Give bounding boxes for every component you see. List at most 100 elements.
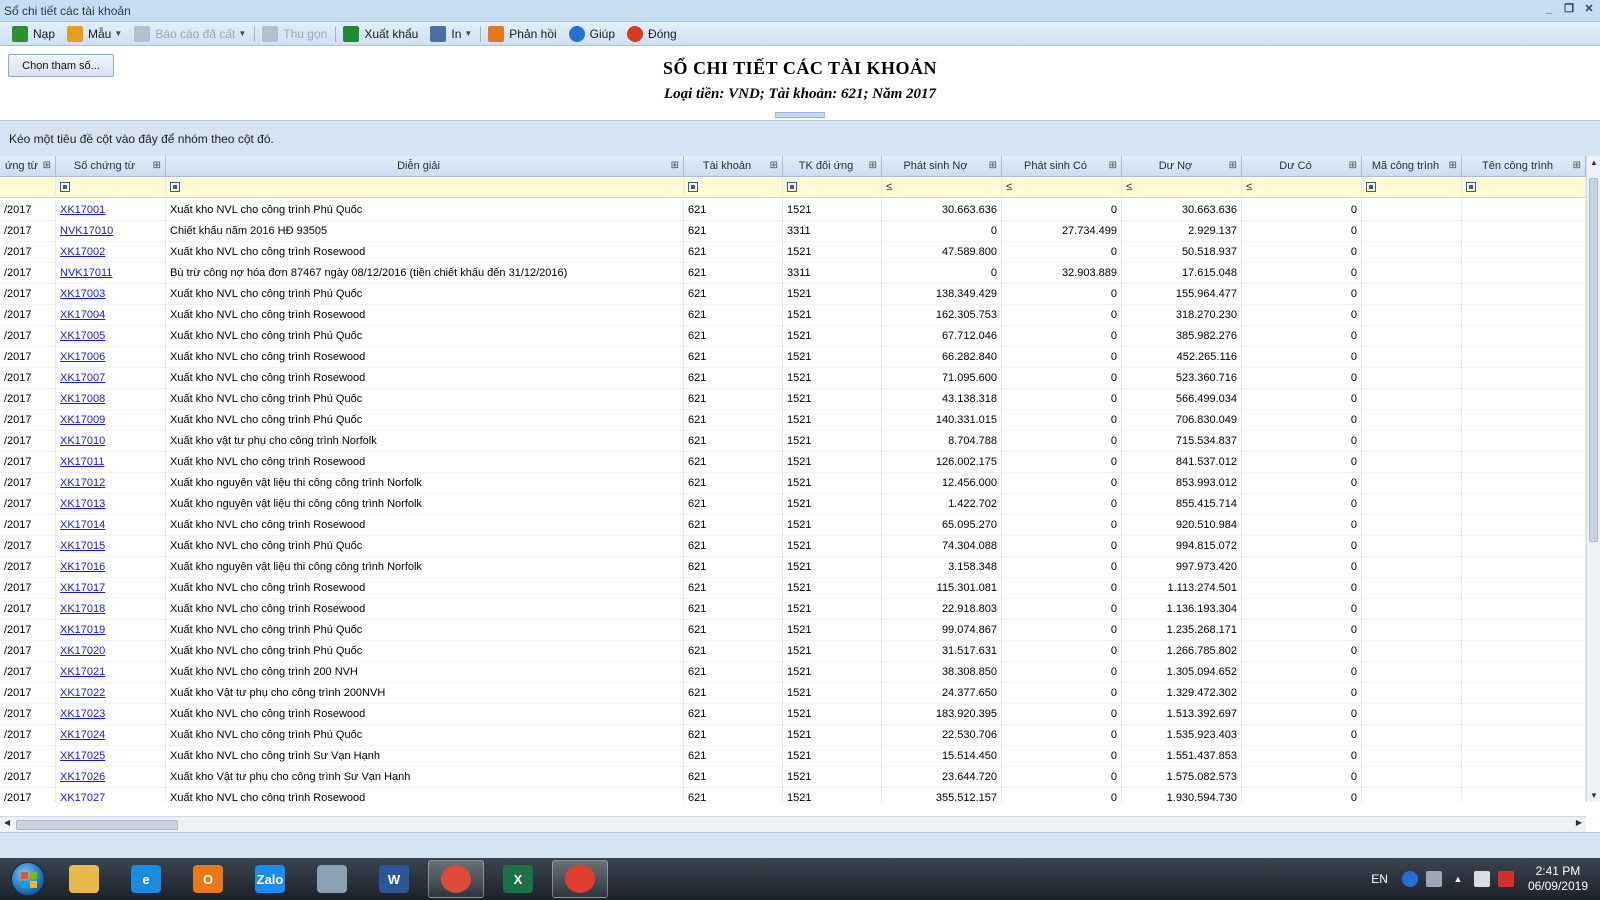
filter-operator-icon[interactable]	[60, 182, 70, 192]
voucher-link[interactable]: XK17024	[60, 729, 105, 741]
panel-splitter[interactable]	[775, 112, 825, 118]
voucher-link[interactable]: XK17013	[60, 498, 105, 510]
table-row[interactable]: /2017 XK17017 Xuất kho NVL cho công trình …	[0, 578, 1586, 599]
voucher-link[interactable]: XK17014	[60, 519, 105, 531]
column-pin-icon[interactable]: ⊞	[1573, 156, 1581, 176]
filter-cell[interactable]: ≤	[882, 177, 1002, 198]
voucher-no-cell[interactable]: XK17015	[56, 536, 166, 557]
column-header-voucher-no[interactable]: Số chứng từ ⊞	[56, 156, 166, 177]
voucher-link[interactable]: XK17007	[60, 372, 105, 384]
taskbar-app-button[interactable]: X	[490, 860, 546, 898]
column-header-project-name[interactable]: Tên công trình ⊞	[1462, 156, 1586, 177]
scroll-right-icon[interactable]: ▶	[1576, 818, 1582, 827]
table-row[interactable]: /2017 XK17026 Xuất kho Vật tư phụ cho công…	[0, 767, 1586, 788]
scroll-left-icon[interactable]: ◀	[4, 818, 10, 827]
voucher-no-cell[interactable]: XK17019	[56, 620, 166, 641]
voucher-no-cell[interactable]: NVK17011	[56, 263, 166, 284]
voucher-link[interactable]: XK17027	[60, 792, 105, 802]
table-row[interactable]: /2017 XK17011 Xuất kho NVL cho công trình …	[0, 452, 1586, 473]
column-pin-icon[interactable]: ⊞	[1229, 156, 1237, 176]
antivirus-tray-icon[interactable]	[1497, 871, 1514, 887]
table-row[interactable]: /2017 XK17002 Xuất kho NVL cho công trình …	[0, 242, 1586, 263]
table-row[interactable]: /2017 XK17022 Xuất kho Vật tư phụ cho công…	[0, 683, 1586, 704]
voucher-link[interactable]: XK17012	[60, 477, 105, 489]
column-header-credit-balance[interactable]: Dư Có ⊞	[1242, 156, 1362, 177]
taskbar-app-button[interactable]: Zalo	[242, 860, 298, 898]
voucher-no-cell[interactable]: NVK17010	[56, 221, 166, 242]
vertical-scrollbar[interactable]: ▲ ▼	[1586, 156, 1600, 802]
column-header-debit[interactable]: Phát sinh Nợ ⊞	[882, 156, 1002, 177]
minimize-button[interactable]: _	[1542, 2, 1556, 16]
filter-operator-icon[interactable]	[170, 182, 180, 192]
voucher-link[interactable]: XK17023	[60, 708, 105, 720]
filter-cell[interactable]: ≤	[1122, 177, 1242, 198]
voucher-no-cell[interactable]: XK17012	[56, 473, 166, 494]
network-tray-icon[interactable]	[1425, 871, 1442, 887]
clock[interactable]: 2:41 PM 06/09/2019	[1528, 864, 1588, 894]
voucher-no-cell[interactable]: XK17017	[56, 578, 166, 599]
scroll-down-icon[interactable]: ▼	[1587, 791, 1600, 800]
reload-button[interactable]: Nạp	[8, 24, 59, 44]
table-row[interactable]: /2017 XK17008 Xuất kho NVL cho công trình …	[0, 389, 1586, 410]
column-pin-icon[interactable]: ⊞	[1109, 156, 1117, 176]
table-row[interactable]: /2017 XK17012 Xuất kho nguyên vật liệu thi…	[0, 473, 1586, 494]
table-row[interactable]: /2017 XK17005 Xuất kho NVL cho công trình …	[0, 326, 1586, 347]
close-window-button[interactable]: ✕	[1582, 2, 1596, 16]
filter-operator-icon[interactable]	[688, 182, 698, 192]
taskbar-app-button[interactable]: e	[118, 860, 174, 898]
table-row[interactable]: /2017 XK17019 Xuất kho NVL cho công trình …	[0, 620, 1586, 641]
voucher-link[interactable]: XK17008	[60, 393, 105, 405]
table-row[interactable]: /2017 XK17009 Xuất kho NVL cho công trình …	[0, 410, 1586, 431]
scroll-up-icon[interactable]: ▲	[1587, 158, 1600, 167]
column-pin-icon[interactable]: ⊞	[43, 156, 51, 176]
restore-button[interactable]: ❐	[1562, 2, 1576, 16]
filter-operator-icon[interactable]	[1366, 182, 1376, 192]
table-row[interactable]: /2017 NVK17010 Chiết khấu năm 2016 HĐ 9350…	[0, 221, 1586, 242]
voucher-no-cell[interactable]: XK17014	[56, 515, 166, 536]
help-button[interactable]: Giúp	[565, 24, 619, 44]
voucher-link[interactable]: XK17009	[60, 414, 105, 426]
table-row[interactable]: /2017 XK17001 Xuất kho NVL cho công trình …	[0, 200, 1586, 221]
column-header-account[interactable]: Tài khoản ⊞	[684, 156, 783, 177]
start-button[interactable]	[6, 859, 50, 899]
horizontal-scroll-thumb[interactable]	[16, 820, 178, 830]
vertical-scroll-thumb[interactable]	[1589, 178, 1598, 542]
voucher-link[interactable]: XK17002	[60, 246, 105, 258]
column-header-contra-account[interactable]: TK đối ứng ⊞	[783, 156, 882, 177]
taskbar-app-button[interactable]: W	[366, 860, 422, 898]
voucher-no-cell[interactable]: XK17002	[56, 242, 166, 263]
filter-operator-icon[interactable]	[787, 182, 797, 192]
voucher-no-cell[interactable]: XK17018	[56, 599, 166, 620]
table-row[interactable]: /2017 XK17004 Xuất kho NVL cho công trình …	[0, 305, 1586, 326]
column-header-credit[interactable]: Phát sinh Có ⊞	[1002, 156, 1122, 177]
voucher-no-cell[interactable]: XK17013	[56, 494, 166, 515]
filter-cell[interactable]	[1462, 177, 1586, 198]
voucher-no-cell[interactable]: XK17020	[56, 641, 166, 662]
voucher-no-cell[interactable]: XK17027	[56, 788, 166, 802]
voucher-link[interactable]: XK17006	[60, 351, 105, 363]
group-by-panel[interactable]: Kéo một tiêu đề cột vào đây để nhóm theo…	[0, 120, 1600, 156]
table-row[interactable]: /2017 XK17016 Xuất kho nguyên vật liệu thi…	[0, 557, 1586, 578]
voucher-link[interactable]: XK17019	[60, 624, 105, 636]
table-row[interactable]: /2017 XK17024 Xuất kho NVL cho công trình …	[0, 725, 1586, 746]
filter-operator-icon[interactable]: ≤	[1126, 181, 1132, 193]
voucher-no-cell[interactable]: XK17004	[56, 305, 166, 326]
voucher-no-cell[interactable]: XK17003	[56, 284, 166, 305]
voucher-link[interactable]: XK17011	[60, 456, 104, 468]
voucher-no-cell[interactable]: XK17008	[56, 389, 166, 410]
column-pin-icon[interactable]: ⊞	[671, 156, 679, 176]
table-row[interactable]: /2017 XK17015 Xuất kho NVL cho công trình …	[0, 536, 1586, 557]
filter-cell[interactable]	[783, 177, 882, 198]
voucher-no-cell[interactable]: XK17009	[56, 410, 166, 431]
filter-cell[interactable]	[1362, 177, 1462, 198]
feedback-button[interactable]: Phản hồi	[484, 24, 560, 44]
table-row[interactable]: /2017 XK17003 Xuất kho NVL cho công trình …	[0, 284, 1586, 305]
filter-cell[interactable]: ≤	[1002, 177, 1122, 198]
table-row[interactable]: /2017 XK17013 Xuất kho nguyên vật liệu thi…	[0, 494, 1586, 515]
filter-operator-icon[interactable]: ≤	[886, 181, 892, 193]
column-header-description[interactable]: Diễn giải ⊞	[166, 156, 684, 177]
voucher-link[interactable]: NVK17011	[60, 267, 112, 279]
voucher-link[interactable]: XK17016	[60, 561, 105, 573]
filter-operator-icon[interactable]: ≤	[1006, 181, 1012, 193]
horizontal-scrollbar[interactable]: ◀ ▶	[0, 816, 1586, 832]
